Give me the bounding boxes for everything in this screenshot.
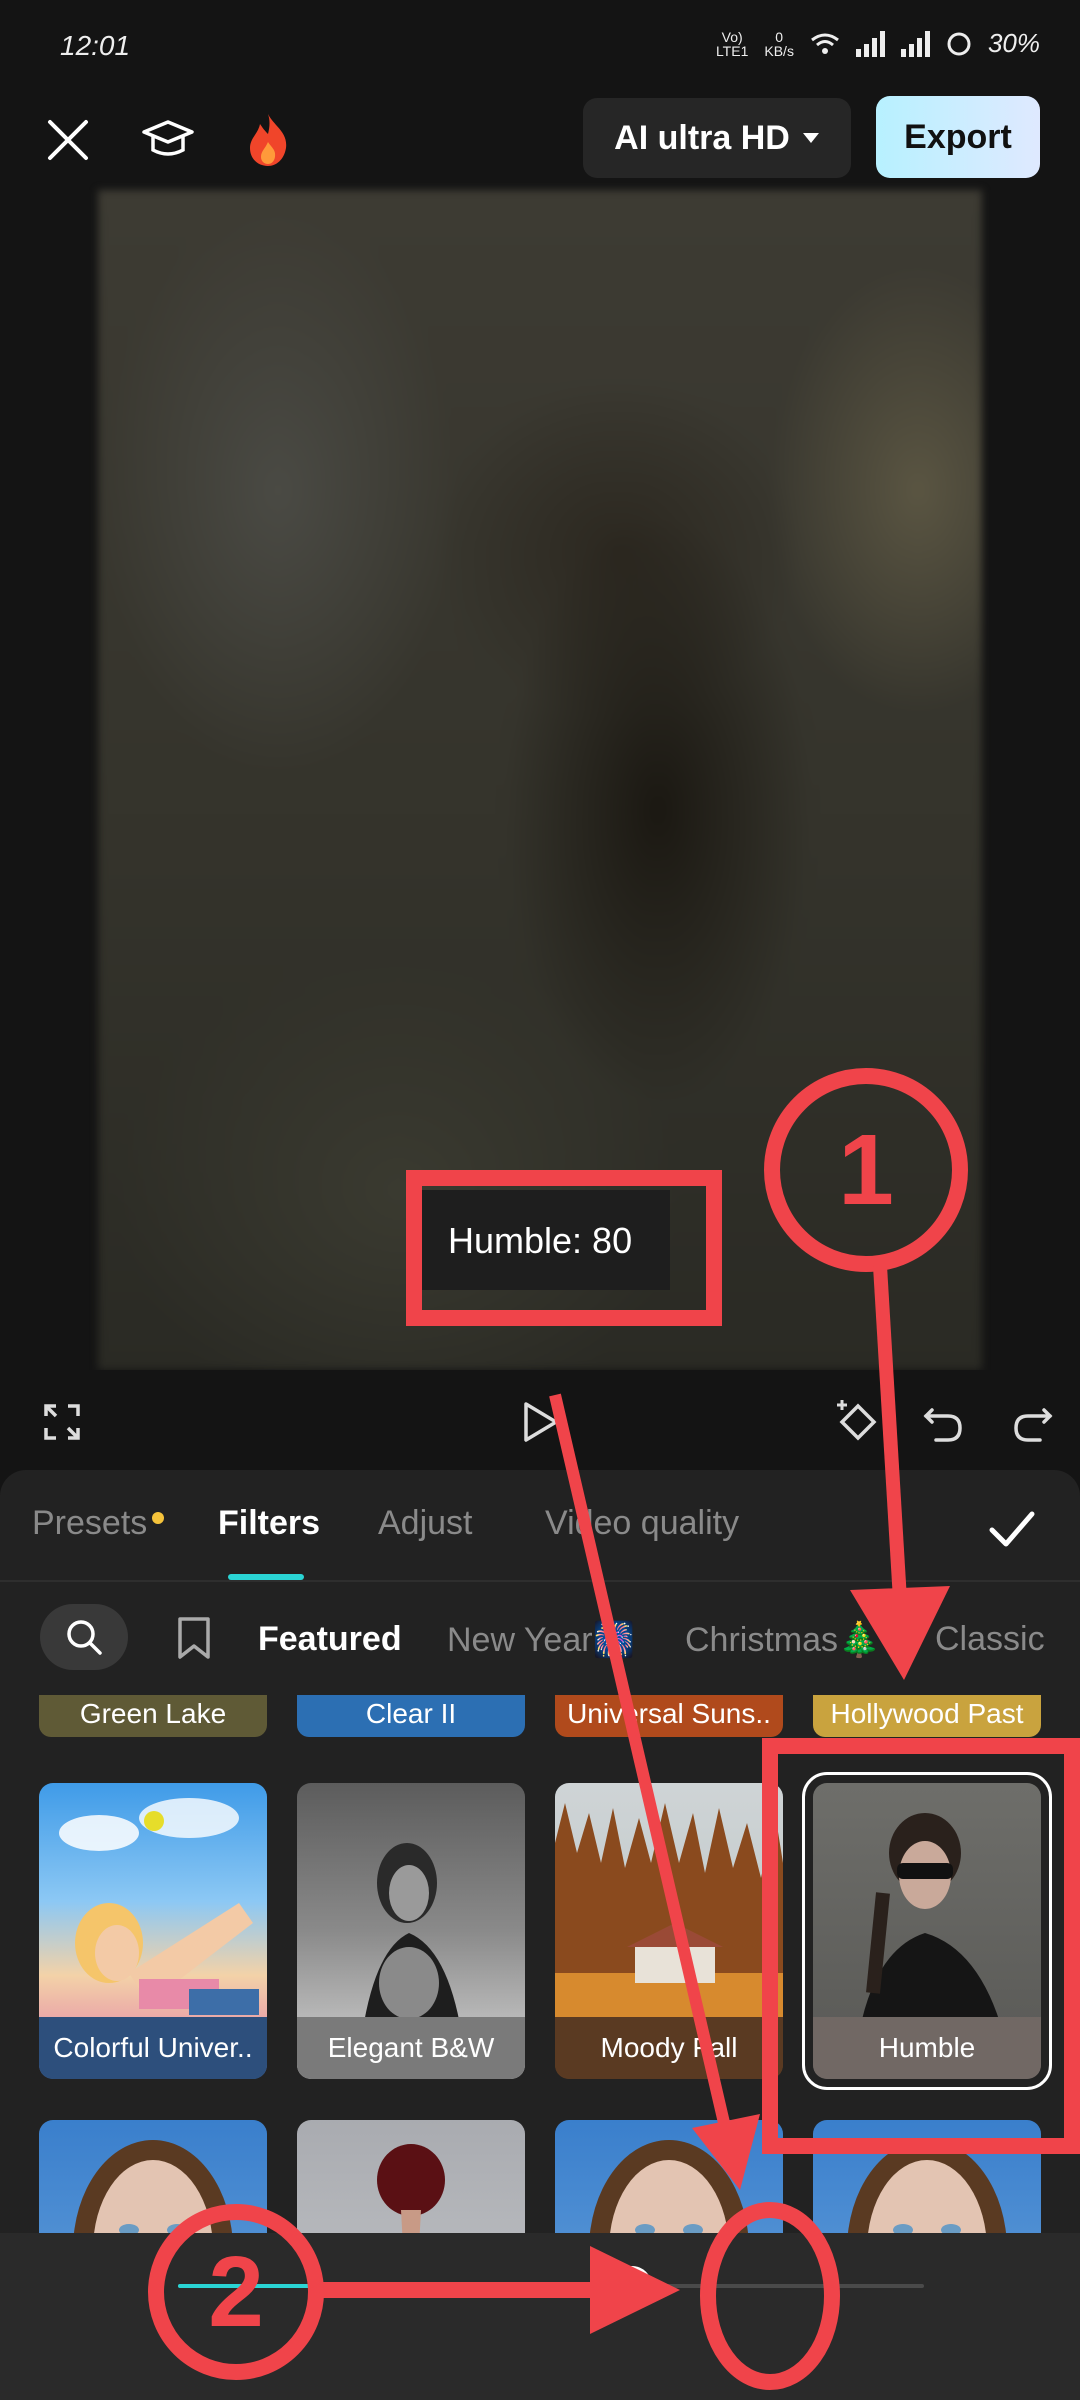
quality-dropdown[interactable]: AI ultra HD bbox=[583, 98, 851, 178]
battery-level: 30% bbox=[987, 28, 1040, 58]
fullscreen-icon[interactable] bbox=[34, 1394, 90, 1450]
confirm-check-icon[interactable] bbox=[984, 1500, 1040, 1556]
filter-label: Green Lake bbox=[79, 1698, 227, 1729]
filter-item[interactable] bbox=[813, 2120, 1041, 2235]
flame-icon[interactable] bbox=[236, 108, 300, 172]
filter-label: Moody Fall bbox=[555, 2017, 783, 2079]
tab-filters[interactable]: Filters bbox=[218, 1504, 320, 1543]
search-icon bbox=[67, 1620, 102, 1655]
status-icons: Vo) LTE1 0 KB/s 30% bbox=[716, 28, 1040, 59]
redo-icon[interactable] bbox=[1004, 1394, 1060, 1450]
filter-item[interactable] bbox=[39, 2120, 267, 2235]
category-new-year[interactable]: New Year🎆 bbox=[447, 1620, 635, 1660]
caret-down-icon bbox=[802, 133, 819, 143]
network-speed-unit: KB/s bbox=[764, 42, 794, 59]
filter-item[interactable]: Hollywood Past bbox=[813, 1695, 1041, 1737]
filter-item[interactable]: Universal Suns.. bbox=[555, 1695, 783, 1737]
tab-video-quality[interactable]: Video quality bbox=[545, 1504, 739, 1543]
filter-thumbnail bbox=[73, 2140, 233, 2235]
filter-categories: Featured New Year🎆 Christmas🎄 Classic bbox=[0, 1582, 1080, 1692]
filter-label: Elegant B&W bbox=[297, 2017, 525, 2079]
filter-thumbnail bbox=[377, 2144, 445, 2235]
filter-item[interactable]: Clear II bbox=[297, 1695, 525, 1737]
battery-ring-icon bbox=[947, 32, 971, 55]
filter-thumbnail bbox=[589, 2140, 749, 2235]
quality-label: AI ultra HD bbox=[614, 118, 790, 157]
status-time: 12:01 bbox=[60, 30, 131, 61]
filter-item[interactable]: Moody Fall bbox=[555, 1783, 783, 2079]
tab-presets[interactable]: Presets bbox=[32, 1504, 147, 1543]
filter-label: Clear II bbox=[365, 1698, 457, 1729]
undo-icon[interactable] bbox=[916, 1394, 972, 1450]
filter-label: Humble bbox=[813, 2017, 1041, 2079]
close-icon[interactable] bbox=[36, 108, 100, 172]
category-christmas[interactable]: Christmas🎄 bbox=[685, 1620, 880, 1660]
intensity-slider-track[interactable] bbox=[178, 2284, 924, 2288]
filter-thumbnail bbox=[847, 2140, 1007, 2235]
export-button[interactable]: Export bbox=[876, 96, 1040, 178]
signal-icon-1 bbox=[855, 30, 885, 57]
intensity-slider-panel bbox=[0, 2233, 1080, 2400]
category-classic[interactable]: Classic bbox=[935, 1620, 1045, 1659]
filter-label: Hollywood Past bbox=[830, 1698, 1024, 1729]
active-tab-indicator bbox=[228, 1574, 304, 1580]
filter-item[interactable] bbox=[555, 2120, 783, 2235]
filter-value-label: Humble: 80 bbox=[448, 1220, 633, 1261]
intensity-slider-fill bbox=[178, 2284, 632, 2288]
tab-adjust[interactable]: Adjust bbox=[378, 1504, 473, 1543]
search-button[interactable] bbox=[40, 1604, 128, 1670]
filter-item[interactable] bbox=[297, 2120, 525, 2235]
playback-controls bbox=[0, 1370, 1080, 1470]
panel-tabs: Presets Filters Adjust Video quality bbox=[0, 1470, 1080, 1582]
volte-indicator: Vo) LTE1 bbox=[715, 28, 749, 59]
status-bar: 12:01 Vo) LTE1 0 KB/s 30% bbox=[0, 0, 1080, 90]
filter-item-selected[interactable]: Humble bbox=[802, 1772, 1052, 2090]
graduation-cap-icon[interactable] bbox=[136, 108, 200, 172]
new-badge-dot bbox=[152, 1512, 164, 1524]
wifi-icon bbox=[811, 33, 839, 54]
filter-item[interactable]: Colorful Univer.. bbox=[39, 1783, 267, 2079]
keyframe-icon[interactable] bbox=[830, 1394, 886, 1450]
intensity-slider-handle[interactable] bbox=[611, 2266, 652, 2306]
editor-toolbar: AI ultra HD Export bbox=[0, 90, 1080, 190]
filter-label: Universal Suns.. bbox=[567, 1698, 771, 1729]
category-featured[interactable]: Featured bbox=[258, 1620, 402, 1659]
network-speed: 0 KB/s bbox=[764, 30, 794, 58]
play-icon[interactable] bbox=[512, 1394, 568, 1450]
signal-icon-2 bbox=[900, 30, 930, 57]
filter-label: Colorful Univer.. bbox=[39, 2017, 267, 2079]
bookmark-icon[interactable] bbox=[174, 1616, 214, 1660]
filter-grid: Green Lake Clear II Universal Suns.. Hol… bbox=[0, 1695, 1080, 2235]
filter-item[interactable]: Elegant B&W bbox=[297, 1783, 525, 2079]
filter-item[interactable]: Green Lake bbox=[39, 1695, 267, 1737]
